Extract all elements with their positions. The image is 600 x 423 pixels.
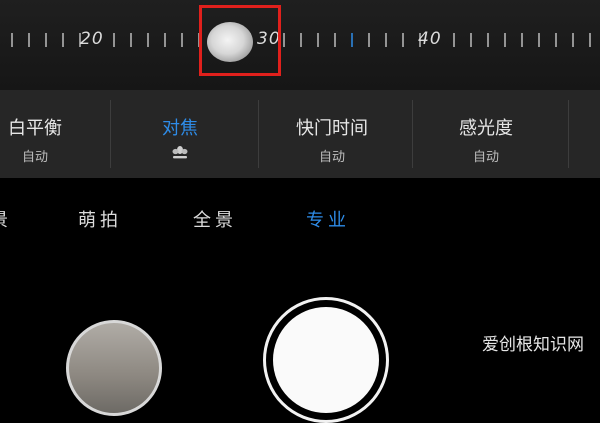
setting-value: 自动 xyxy=(472,150,499,165)
setting-shutter-time[interactable]: 快门时间 自动 xyxy=(258,90,406,178)
setting-iso[interactable]: 感光度 自动 xyxy=(412,90,560,178)
divider xyxy=(568,100,569,168)
setting-value: 自动 xyxy=(318,150,345,165)
mode-item[interactable]: 景 xyxy=(0,206,12,232)
setting-label: 感光度 xyxy=(459,118,513,139)
setting-label: 快门时间 xyxy=(296,118,368,139)
ruler-label-20: 20 xyxy=(80,29,104,49)
watermark: 爱创根知识网 xyxy=(482,335,584,355)
setting-label: 对焦 xyxy=(162,118,198,139)
highlight-annotation-box xyxy=(199,5,281,76)
mode-item-panorama[interactable]: 全景 xyxy=(193,206,237,232)
setting-focus[interactable]: 对焦 xyxy=(110,90,250,178)
setting-label: 白平衡 xyxy=(8,118,62,139)
focus-ruler[interactable]: 20 30 40 xyxy=(0,0,600,90)
ruler-label-40: 40 xyxy=(418,29,442,49)
setting-white-balance[interactable]: 白平衡 自动 xyxy=(0,90,100,178)
mode-item-pro[interactable]: 专业 xyxy=(306,206,350,232)
shutter-button-inner xyxy=(273,307,379,413)
mode-item-cute[interactable]: 萌拍 xyxy=(78,206,122,232)
pro-settings-bar: 白平衡 自动 对焦 快门时间 自动 感光度 自动 xyxy=(0,90,600,178)
gallery-thumbnail[interactable] xyxy=(66,320,162,416)
shutter-button[interactable] xyxy=(263,297,389,423)
setting-value: 自动 xyxy=(21,150,48,165)
mode-selector: 景 萌拍 全景 专业 xyxy=(0,178,600,268)
flower-macro-icon xyxy=(110,146,250,166)
